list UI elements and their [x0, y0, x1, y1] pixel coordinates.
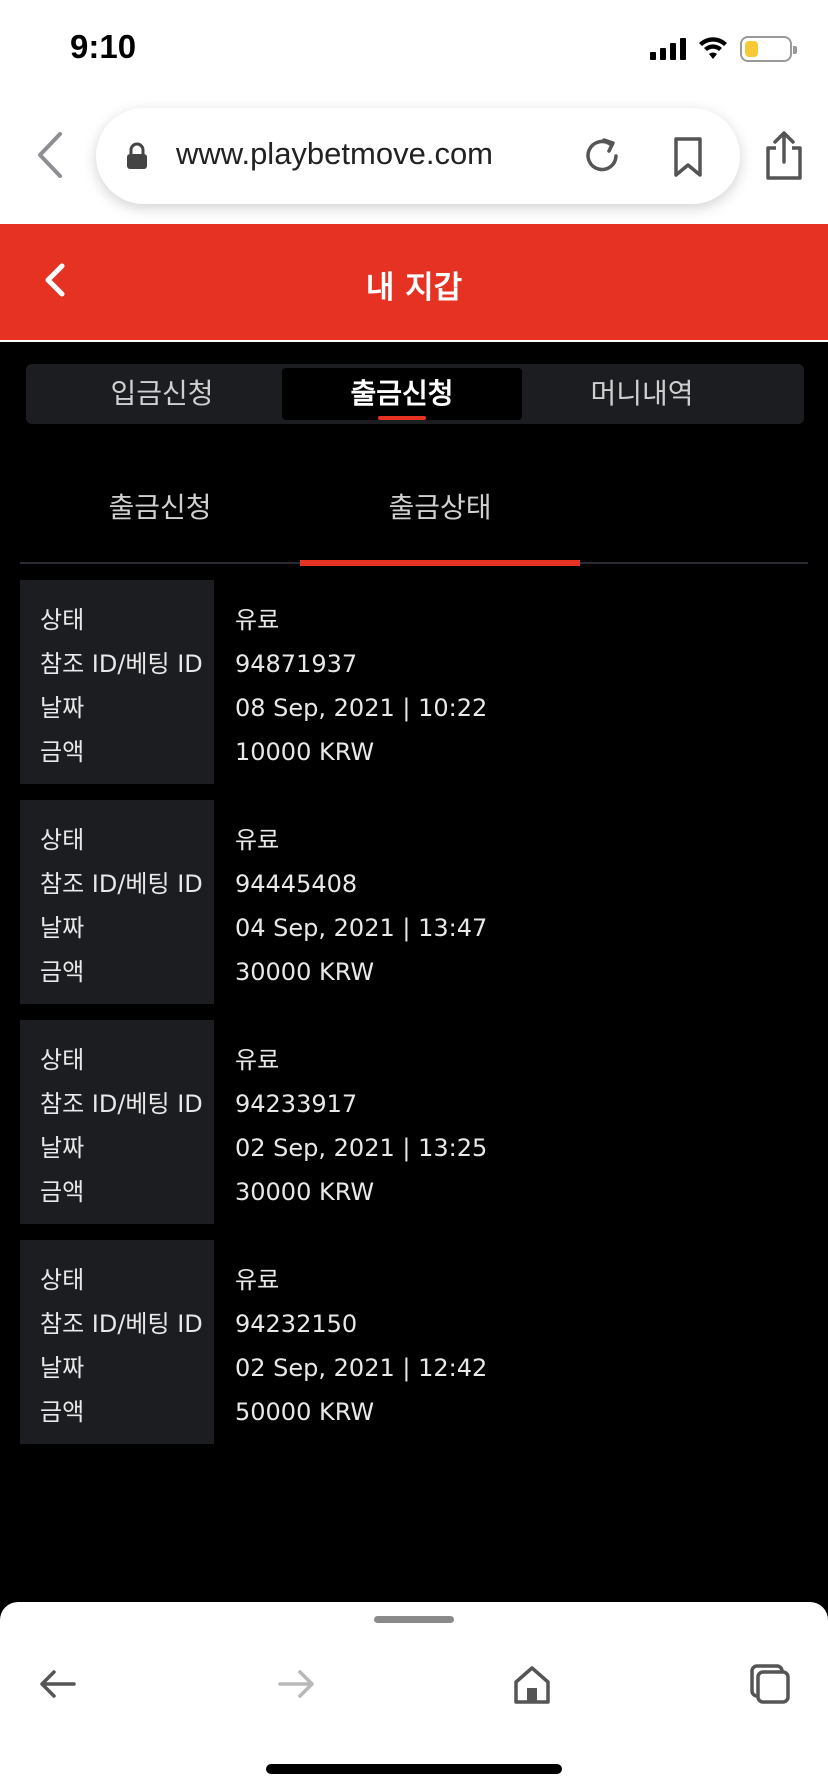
url-text: www.playbetmove.com: [176, 136, 494, 171]
label-status: 상태: [40, 1266, 85, 1294]
status-time: 9:10: [70, 28, 137, 65]
cellular-signal-icon: [650, 38, 686, 60]
tab-deposit-request[interactable]: 입금신청: [42, 368, 282, 420]
label-status: 상태: [40, 606, 85, 634]
record-card: 상태 참조 ID/베팅 ID 날짜 금액 유료 94233917 02 Sep,…: [20, 1020, 808, 1224]
back-arrow-icon[interactable]: [34, 1660, 82, 1708]
value-ref-id: 94233917: [235, 1090, 358, 1118]
record-card: 상태 참조 ID/베팅 ID 날짜 금액 유료 94232150 02 Sep,…: [20, 1240, 808, 1444]
lock-icon: [127, 142, 147, 169]
main-tabs: 입금신청 출금신청 머니내역: [26, 364, 804, 424]
value-date: 02 Sep, 2021 | 12:42: [235, 1354, 488, 1382]
share-icon[interactable]: [762, 130, 806, 182]
label-date: 날짜: [40, 694, 85, 722]
value-status: 유료: [235, 1046, 280, 1074]
record-card: 상태 참조 ID/베팅 ID 날짜 금액 유료 94445408 04 Sep,…: [20, 800, 808, 1004]
subtab-withdrawal-status[interactable]: 출금상태: [300, 488, 580, 566]
browser-back-chevron-icon[interactable]: [32, 130, 72, 180]
value-status: 유료: [235, 826, 280, 854]
label-amount: 금액: [40, 1178, 85, 1206]
record-labels: 상태 참조 ID/베팅 ID 날짜 금액: [20, 1020, 214, 1224]
value-date: 02 Sep, 2021 | 13:25: [235, 1134, 488, 1162]
label-amount: 금액: [40, 738, 85, 766]
value-ref-id: 94445408: [235, 870, 358, 898]
status-icons: [650, 34, 797, 64]
reload-icon[interactable]: [580, 134, 624, 178]
tab-money-history[interactable]: 머니내역: [522, 368, 762, 420]
label-date: 날짜: [40, 1354, 85, 1382]
withdrawal-records: 상태 참조 ID/베팅 ID 날짜 금액 유료 94871937 08 Sep,…: [20, 580, 808, 1460]
forward-arrow-icon[interactable]: [272, 1660, 320, 1708]
value-amount: 30000 KRW: [235, 1178, 375, 1206]
record-values: 유료 94232150 02 Sep, 2021 | 12:42 50000 K…: [235, 1240, 487, 1444]
home-icon[interactable]: [508, 1660, 556, 1708]
browser-chrome: 9:10 www.playbetmove.com: [0, 0, 828, 224]
value-amount: 50000 KRW: [235, 1398, 375, 1426]
home-indicator: [266, 1764, 562, 1774]
record-values: 유료 94871937 08 Sep, 2021 | 10:22 10000 K…: [235, 580, 487, 784]
value-ref-id: 94871937: [235, 650, 358, 678]
record-card: 상태 참조 ID/베팅 ID 날짜 금액 유료 94871937 08 Sep,…: [20, 580, 808, 784]
value-amount: 30000 KRW: [235, 958, 375, 986]
record-labels: 상태 참조 ID/베팅 ID 날짜 금액: [20, 1240, 214, 1444]
label-ref-id: 참조 ID/베팅 ID: [40, 870, 203, 898]
browser-toolbar: [0, 1602, 828, 1792]
label-ref-id: 참조 ID/베팅 ID: [40, 1310, 203, 1338]
value-amount: 10000 KRW: [235, 738, 375, 766]
tab-withdrawal-request[interactable]: 출금신청: [282, 368, 522, 420]
subtab-withdrawal-request[interactable]: 출금신청: [20, 488, 300, 562]
record-labels: 상태 참조 ID/베팅 ID 날짜 금액: [20, 800, 214, 1004]
value-date: 04 Sep, 2021 | 13:47: [235, 914, 488, 942]
value-status: 유료: [235, 1266, 280, 1294]
address-bar[interactable]: www.playbetmove.com: [96, 108, 740, 204]
value-ref-id: 94232150: [235, 1310, 358, 1338]
value-date: 08 Sep, 2021 | 10:22: [235, 694, 488, 722]
label-amount: 금액: [40, 958, 85, 986]
label-status: 상태: [40, 1046, 85, 1074]
wifi-icon: [699, 37, 727, 59]
sheet-grabber[interactable]: [374, 1616, 454, 1623]
label-date: 날짜: [40, 914, 85, 942]
app-header: 내 지갑: [0, 224, 828, 342]
page-title: 내 지갑: [365, 270, 463, 306]
label-amount: 금액: [40, 1398, 85, 1426]
label-status: 상태: [40, 826, 85, 854]
bookmark-icon[interactable]: [670, 136, 706, 178]
label-date: 날짜: [40, 1134, 85, 1162]
record-values: 유료 94445408 04 Sep, 2021 | 13:47 30000 K…: [235, 800, 487, 1004]
battery-icon: [740, 36, 797, 62]
label-ref-id: 참조 ID/베팅 ID: [40, 1090, 203, 1118]
tabs-icon[interactable]: [746, 1660, 794, 1708]
sub-tabs: 출금신청 출금상태: [20, 478, 808, 566]
record-values: 유료 94233917 02 Sep, 2021 | 13:25 30000 K…: [235, 1020, 487, 1224]
value-status: 유료: [235, 606, 280, 634]
label-ref-id: 참조 ID/베팅 ID: [40, 650, 203, 678]
record-labels: 상태 참조 ID/베팅 ID 날짜 금액: [20, 580, 214, 784]
